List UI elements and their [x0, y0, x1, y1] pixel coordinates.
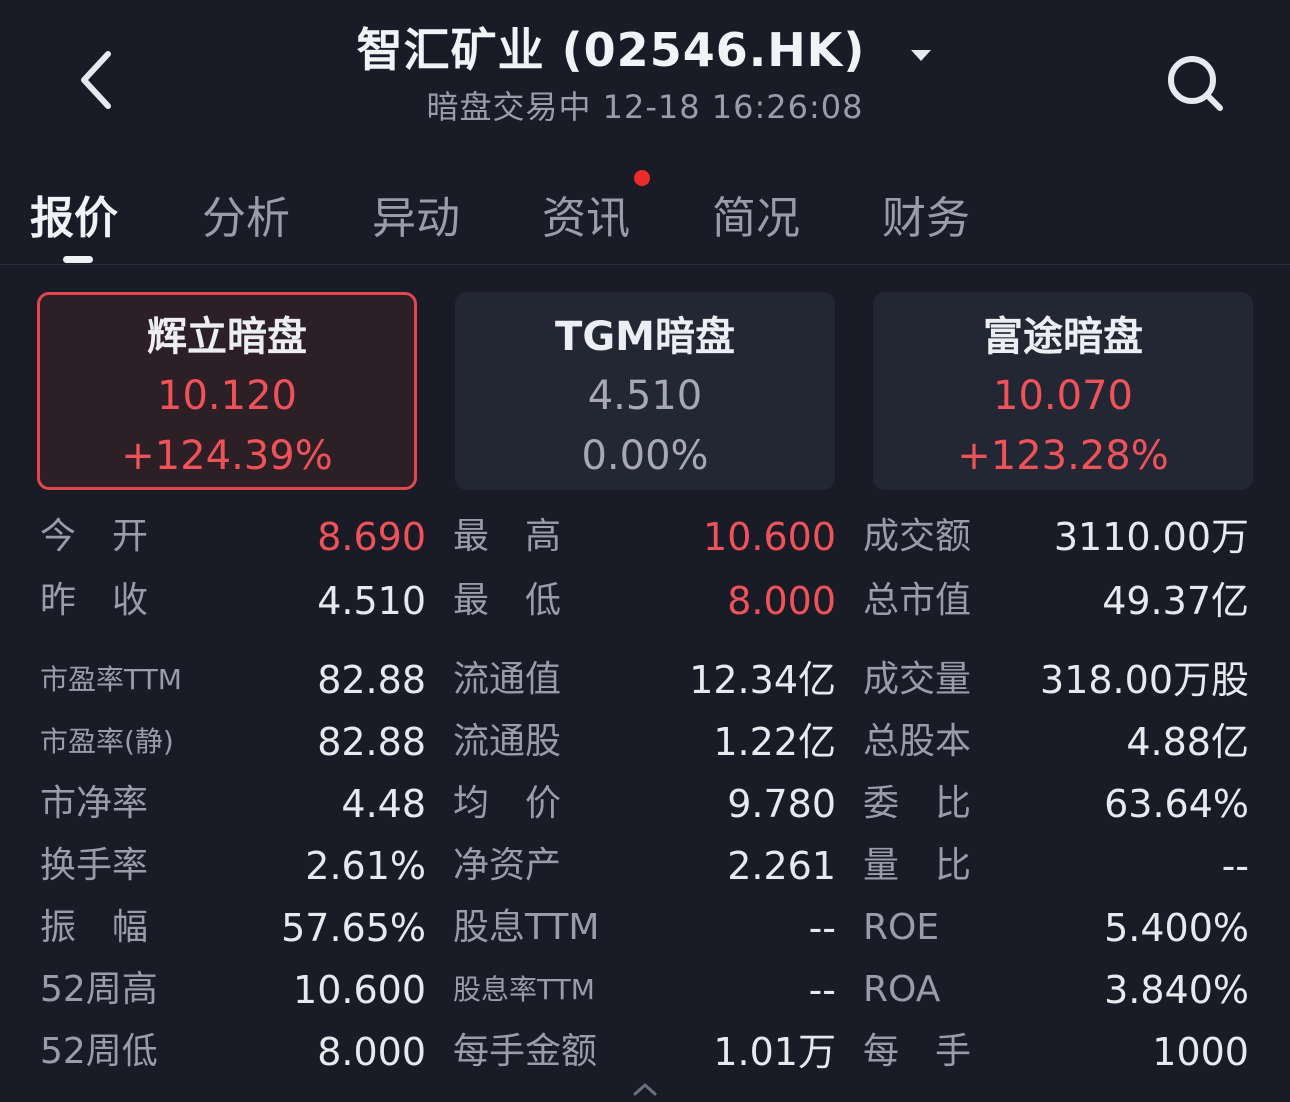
stat-label: 净资产 — [453, 845, 562, 886]
stat-label: 52周高 — [40, 969, 158, 1010]
stat-label: 最 低 — [453, 580, 562, 621]
stat-label: 最 高 — [453, 516, 562, 557]
stat-label: 今 开 — [40, 516, 149, 557]
stat-value: 63.64% — [1104, 782, 1249, 826]
collapse-button[interactable] — [630, 1080, 660, 1098]
stats-grid: 今 开 8.690 昨 收 4.510 市盈率TTM 82.88 市盈率(静) 82.88 市净… — [0, 0, 1290, 1101]
stat-value: 4.88亿 — [1126, 720, 1249, 764]
stat-value: 1.22亿 — [713, 720, 836, 764]
stat-value: 12.34亿 — [689, 658, 836, 702]
stat-label: 总市值 — [863, 580, 972, 621]
stat-label: 股息率TTM — [453, 973, 595, 1006]
stat-label: 委 比 — [863, 783, 972, 824]
stat-value: 57.65% — [281, 906, 426, 950]
stat-value: 4.510 — [317, 579, 426, 623]
stat-value: 82.88 — [317, 720, 426, 764]
stat-value: 2.61% — [305, 844, 426, 888]
stat-value: 10.600 — [703, 515, 836, 559]
stat-label: 昨 收 — [40, 580, 149, 621]
stat-label: 均 价 — [453, 783, 562, 824]
chevron-up-icon — [633, 1083, 657, 1096]
stat-value: -- — [808, 968, 836, 1012]
stat-value: 4.48 — [341, 782, 426, 826]
stat-value: 8.000 — [727, 579, 836, 623]
stat-label: 量 比 — [863, 845, 972, 886]
stat-label: 总股本 — [863, 721, 972, 762]
stat-label: 每 手 — [863, 1031, 972, 1072]
stat-value: 3.840% — [1104, 968, 1249, 1012]
stat-value: 10.600 — [293, 968, 426, 1012]
stat-value: 318.00万股 — [1040, 658, 1249, 702]
stat-value: 82.88 — [317, 658, 426, 702]
stat-value: -- — [808, 906, 836, 950]
stat-value: -- — [1221, 844, 1249, 888]
stat-value: 49.37亿 — [1102, 579, 1249, 623]
stat-label: 52周低 — [40, 1031, 158, 1072]
stat-label: 换手率 — [40, 845, 149, 886]
stat-value: 2.261 — [727, 844, 836, 888]
stat-label: 市净率 — [40, 783, 149, 824]
stat-label: 每手金额 — [453, 1031, 598, 1072]
stat-label: 市盈率(静) — [40, 725, 174, 758]
stat-value: 8.000 — [317, 1030, 426, 1074]
stat-label: 流通股 — [453, 721, 562, 762]
stat-label: 振 幅 — [40, 907, 149, 948]
stat-value: 1000 — [1152, 1030, 1249, 1074]
stat-label: ROE — [863, 907, 940, 948]
stat-value: 1.01万 — [713, 1030, 836, 1074]
stat-value: 8.690 — [317, 515, 426, 559]
stat-label: ROA — [863, 969, 941, 1010]
stat-label: 成交额 — [863, 516, 972, 557]
stat-label: 股息TTM — [453, 907, 600, 948]
stat-value: 9.780 — [727, 782, 836, 826]
stat-label: 成交量 — [863, 659, 972, 700]
stat-value: 5.400% — [1104, 906, 1249, 950]
stat-label: 市盈率TTM — [40, 663, 182, 696]
stat-value: 3110.00万 — [1053, 515, 1249, 559]
stat-label: 流通值 — [453, 659, 562, 700]
